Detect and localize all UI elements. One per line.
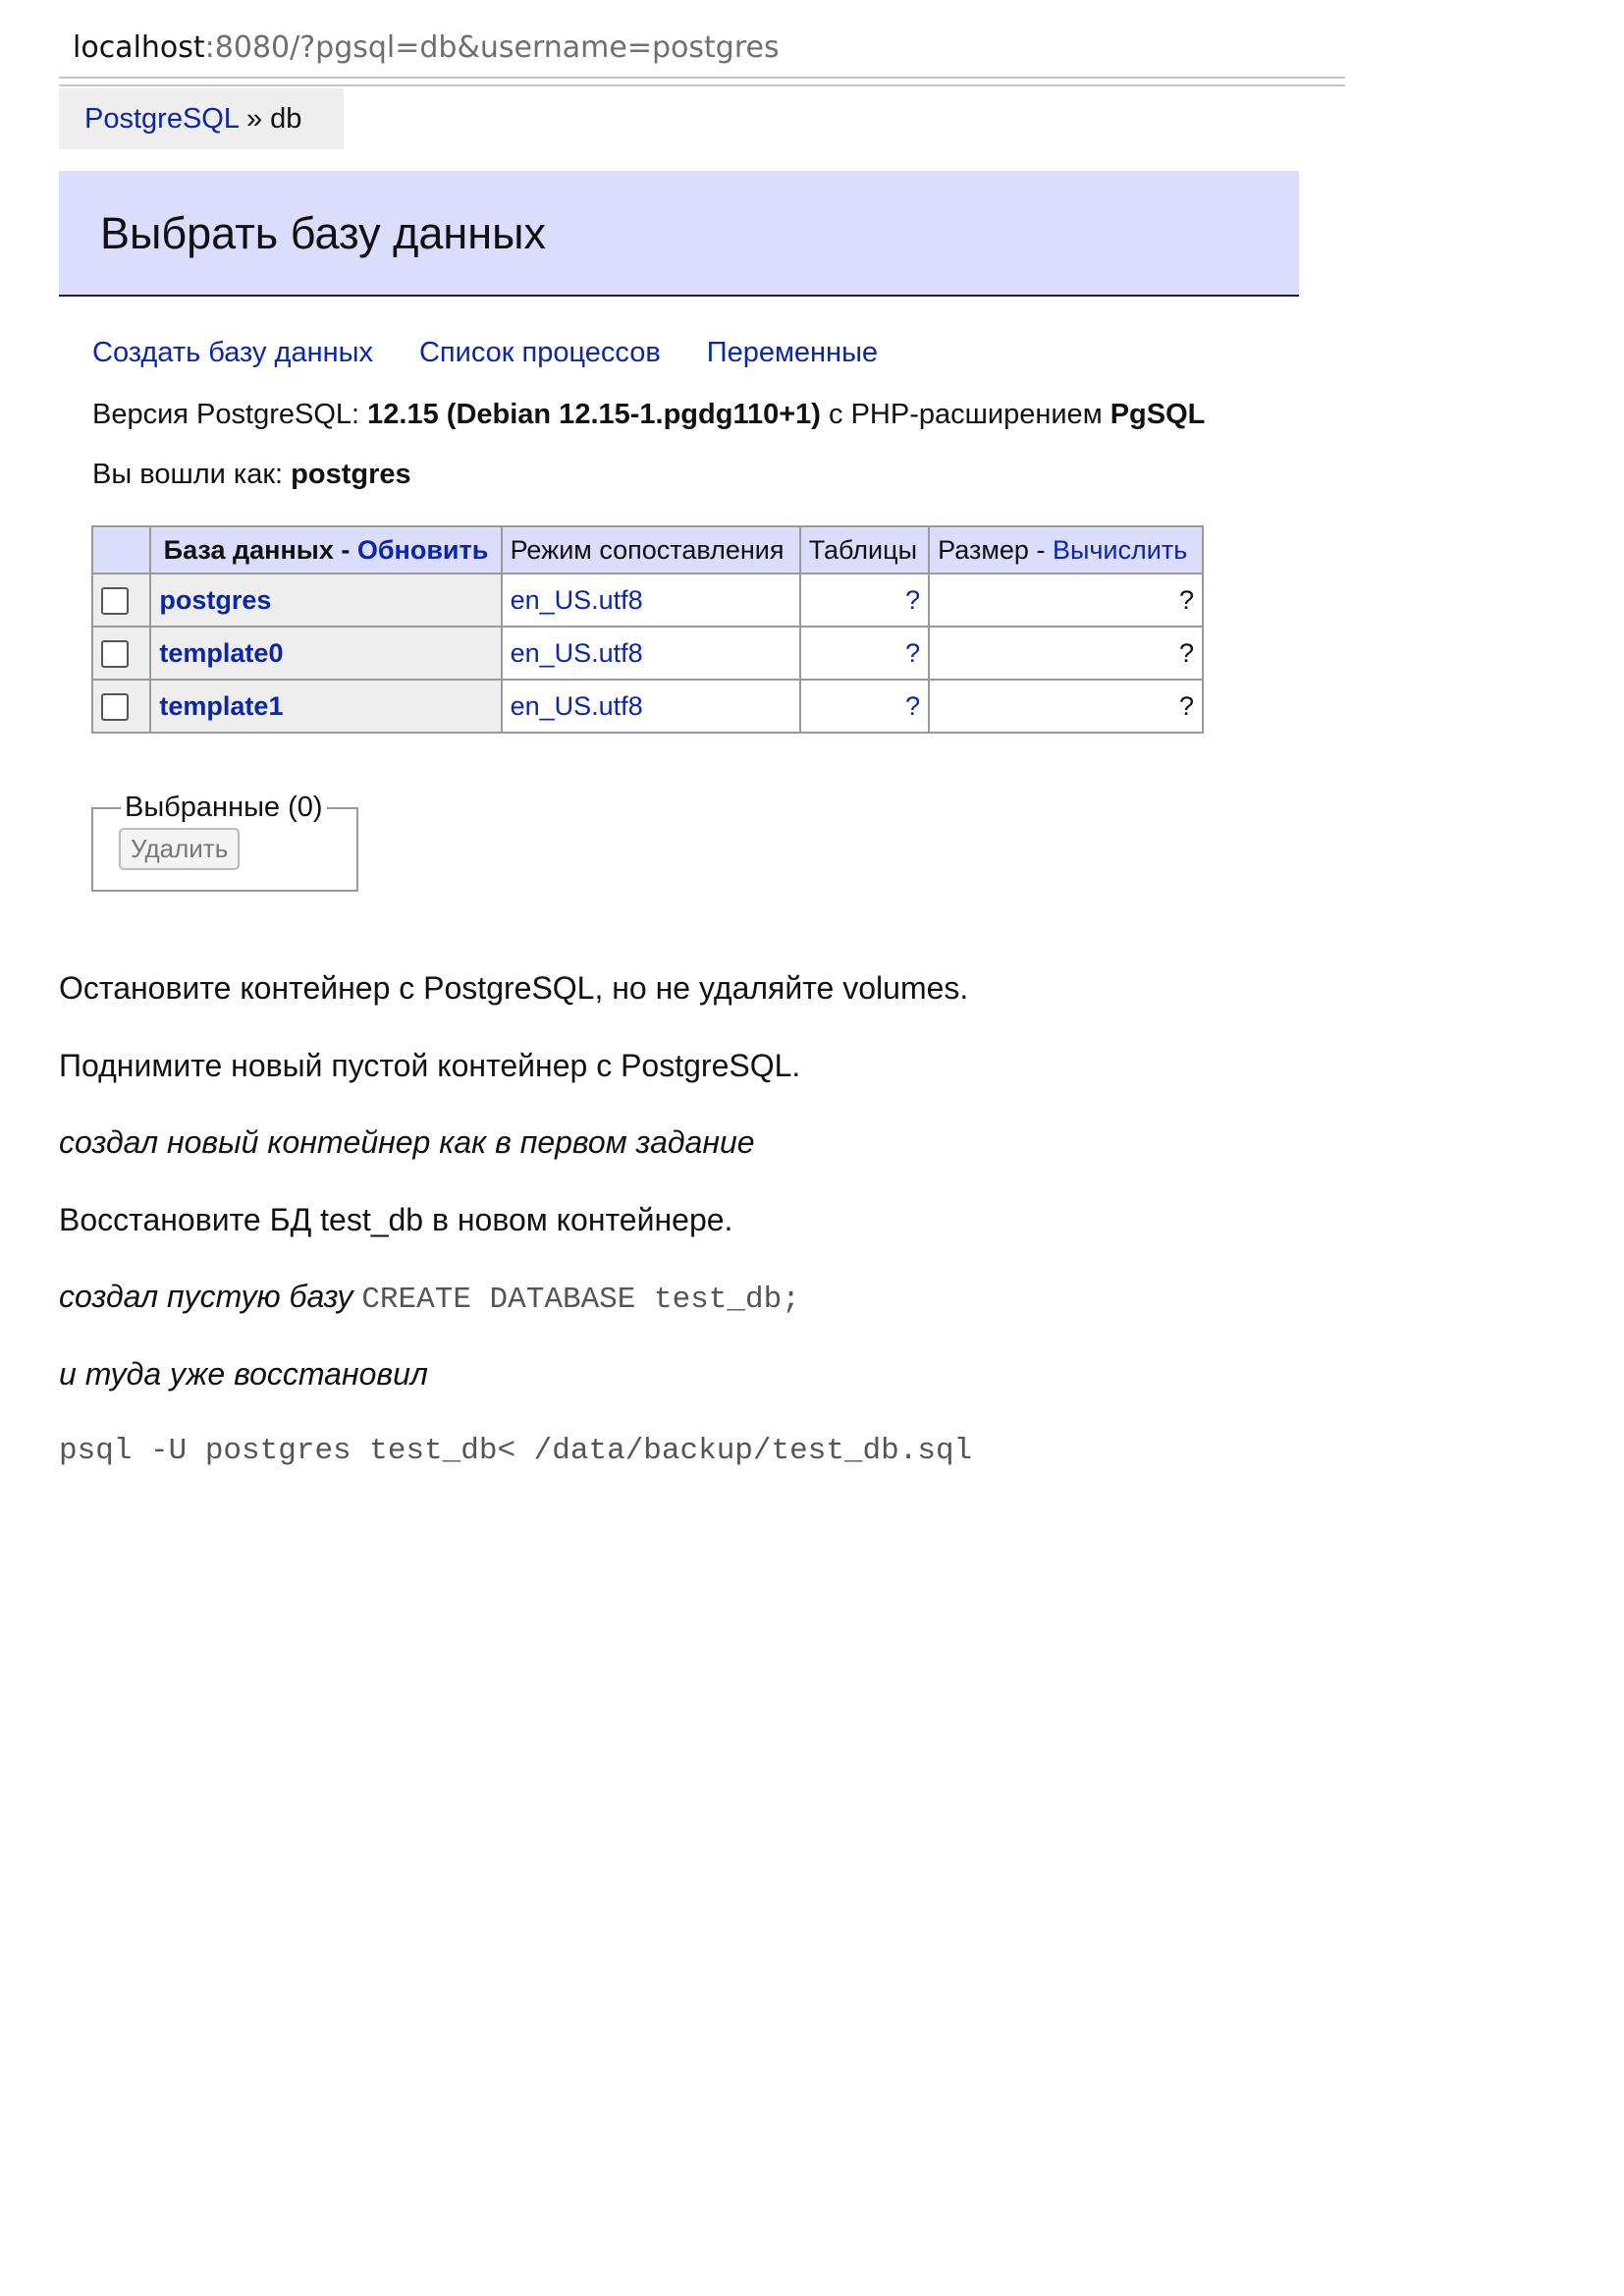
header-checkbox-cell — [90, 525, 152, 574]
url-host: localhost — [73, 30, 205, 65]
page-title: Выбрать базу данных — [59, 171, 1299, 297]
adminer-screenshot: localhost:8080/?pgsql=db&username=postgr… — [0, 0, 1355, 903]
row-checkbox-cell — [90, 573, 152, 628]
login-user: postgres — [291, 459, 411, 490]
instruction-restore-db: Восстановите БД test_db в новом контейне… — [59, 1202, 733, 1237]
db-name-cell: template1 — [149, 679, 503, 734]
version-label: Версия PostgreSQL: — [92, 399, 368, 430]
breadcrumb-separator: » — [238, 103, 271, 135]
note-restored: и туда уже восстановил — [59, 1356, 428, 1392]
instruction-new-container: Поднимите новый пустой контейнер с Postg… — [59, 1048, 801, 1083]
db-name-link[interactable]: template0 — [159, 638, 283, 668]
row-checkbox[interactable] — [101, 587, 129, 616]
tables-cell: ? — [798, 626, 931, 681]
create-database-link[interactable]: Создать базу данных — [92, 337, 373, 368]
breadcrumb-link-postgresql[interactable]: PostgreSQL — [84, 103, 239, 135]
collation-cell: en_US.utf8 — [500, 626, 801, 681]
breadcrumb-current: db — [270, 103, 302, 135]
extension-value: PgSQL — [1110, 399, 1206, 430]
extension-label: с PHP-расширением — [820, 399, 1110, 430]
header-database-label: База данных — [163, 534, 334, 565]
url-path: :8080/?pgsql=db&username=postgres — [204, 30, 780, 65]
db-name-link[interactable]: template1 — [159, 691, 283, 721]
selected-fieldset: Выбранные (0) Удалить — [91, 792, 358, 892]
divider — [59, 84, 1345, 86]
login-label: Вы вошли как: — [92, 459, 292, 490]
action-links: Создать базу данных Список процессов Перем… — [92, 337, 924, 369]
size-cell: ? — [928, 573, 1204, 628]
row-checkbox[interactable] — [101, 693, 129, 722]
breadcrumb: PostgreSQL » db — [59, 88, 344, 149]
row-checkbox[interactable] — [101, 640, 129, 669]
database-table: База данных - Обновить Режим сопоставлен… — [90, 525, 1204, 734]
header-size-label: Размер — [938, 534, 1029, 565]
note-created-container: создал новый контейнер как в первом зада… — [59, 1124, 755, 1160]
row-checkbox-cell — [90, 679, 152, 734]
restore-command-code: psql -U postgres test_db< /data/backup/t… — [59, 1434, 973, 1468]
header-tables: Таблицы — [798, 525, 931, 574]
compute-link[interactable]: Вычислить — [1053, 535, 1187, 565]
login-info: Вы вошли как: postgres — [92, 459, 411, 491]
size-cell: ? — [928, 626, 1204, 681]
tables-link[interactable]: ? — [905, 638, 920, 668]
collation-link[interactable]: en_US.utf8 — [511, 638, 643, 668]
variables-link[interactable]: Переменные — [707, 337, 878, 368]
collation-link[interactable]: en_US.utf8 — [511, 585, 643, 615]
tables-link[interactable]: ? — [905, 691, 920, 721]
version-value: 12.15 (Debian 12.15-1.pgdg110+1) — [367, 399, 821, 430]
collation-cell: en_US.utf8 — [500, 573, 801, 628]
note-created-db: создал пустую базу CREATE DATABASE test_… — [59, 1279, 800, 1317]
size-cell: ? — [928, 679, 1204, 734]
db-name-link[interactable]: postgres — [159, 585, 271, 615]
tables-link[interactable]: ? — [905, 585, 920, 615]
version-info: Версия PostgreSQL: 12.15 (Debian 12.15-1… — [92, 399, 1205, 431]
selected-legend: Выбранные (0) — [125, 792, 323, 823]
tables-cell: ? — [798, 679, 931, 734]
header-size: Размер - Вычислить — [928, 525, 1204, 574]
table-header-row: База данных - Обновить Режим сопоставлен… — [90, 525, 1204, 574]
collation-cell: en_US.utf8 — [500, 679, 801, 734]
address-bar[interactable]: localhost:8080/?pgsql=db&username=postgr… — [59, 20, 1345, 79]
header-dash: - — [333, 534, 357, 565]
create-db-code: CREATE DATABASE test_db; — [361, 1283, 800, 1317]
tables-cell: ? — [798, 573, 931, 628]
db-name-cell: template0 — [149, 626, 503, 681]
header-database: База данных - Обновить — [149, 525, 503, 574]
refresh-link[interactable]: Обновить — [357, 535, 489, 565]
table-row: template0 en_US.utf8 ? ? — [90, 626, 1204, 681]
delete-button[interactable]: Удалить — [119, 828, 241, 870]
row-checkbox-cell — [90, 626, 152, 681]
note-created-db-text: создал пустую базу — [59, 1279, 362, 1314]
table-row: postgres en_US.utf8 ? ? — [90, 573, 1204, 628]
db-name-cell: postgres — [149, 573, 503, 628]
collation-link[interactable]: en_US.utf8 — [511, 691, 643, 721]
process-list-link[interactable]: Список процессов — [419, 337, 661, 368]
header-collation: Режим сопоставления — [500, 525, 801, 574]
instruction-stop-container: Остановите контейнер с PostgreSQL, но не… — [59, 970, 969, 1006]
table-row: template1 en_US.utf8 ? ? — [90, 679, 1204, 734]
header-dash: - — [1028, 534, 1053, 565]
